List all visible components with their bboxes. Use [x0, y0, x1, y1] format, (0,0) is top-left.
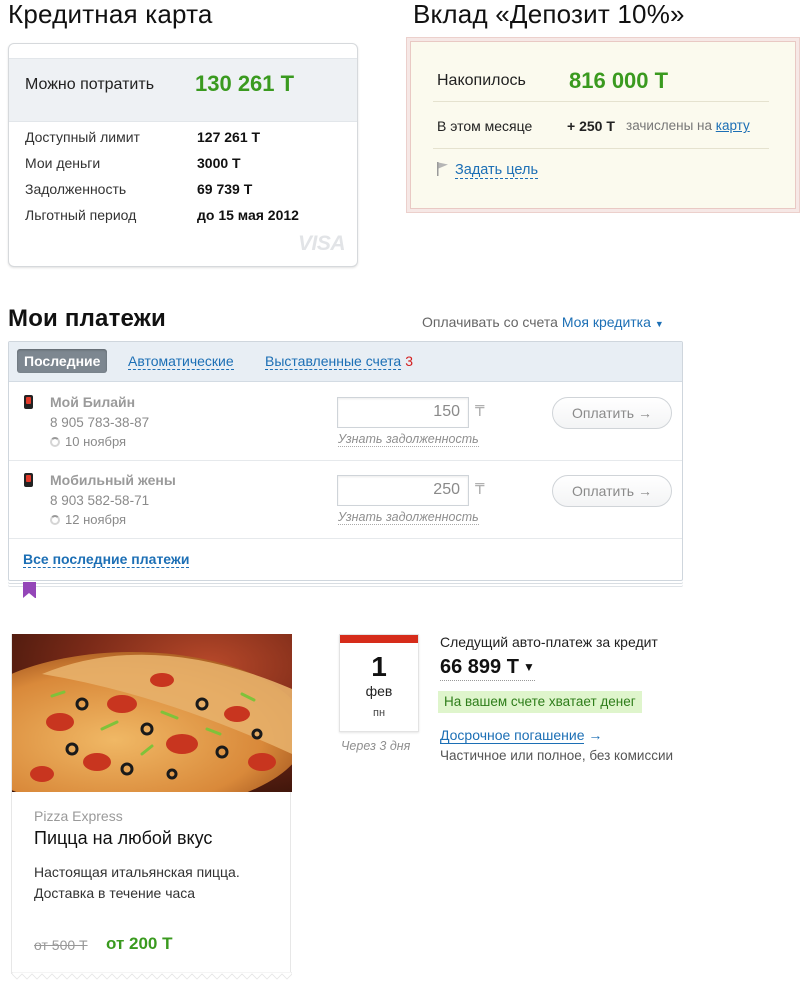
check-debt-link[interactable]: Узнать задолженность: [338, 432, 479, 447]
month-note: зачислены на карту: [626, 118, 750, 133]
calendar-icon: 1 фев пн: [339, 634, 419, 732]
caret-down-icon: ▼: [654, 319, 664, 329]
all-payments-label: Все последние платежи: [23, 551, 190, 568]
month-amount: + 250 Т: [567, 118, 615, 134]
divider: [433, 148, 769, 149]
bookmark-icon: [23, 582, 36, 598]
currency-symbol: ₸: [475, 403, 485, 420]
auto-payment-title: Следущий авто-платеж за кредит: [440, 634, 658, 650]
month-label: В этом месяце: [437, 118, 533, 134]
own-money-value: 3000 Т: [197, 155, 241, 171]
pizza-image: [12, 634, 292, 792]
grace-value: до 15 мая 2012: [197, 207, 299, 223]
payments-title: Мои платежи: [8, 305, 166, 332]
payments-tabs: Последние Автоматические Выставленные сч…: [9, 342, 682, 382]
credit-card-panel: Можно потратить 130 261 Т Доступный лими…: [8, 43, 358, 267]
auto-payment-amount[interactable]: 66 899 Т ▼: [440, 656, 535, 681]
credit-card-title: Кредитная карта: [8, 0, 213, 29]
tab-invoices-label: Выставленные счета: [265, 353, 402, 370]
payment-row: Мобильный жены 8 903 582-58-71 12 ноября…: [9, 461, 682, 539]
payment-date-text: 10 ноября: [65, 434, 127, 449]
auto-payment-amount-value: 66 899 Т: [440, 656, 519, 678]
calendar-day: 1: [371, 651, 387, 682]
calendar-weekday: пн: [372, 707, 386, 719]
calendar-header: [340, 635, 418, 643]
flag-icon: [437, 162, 448, 176]
funds-status-badge: На вашем счете хватает денег: [438, 691, 642, 713]
payment-number: 8 905 783-38-87: [50, 415, 150, 430]
grace-label: Льготный период: [25, 207, 137, 223]
pay-button[interactable]: Оплатить →: [552, 475, 672, 507]
limit-row: Доступный лимит 127 261 Т: [25, 129, 260, 145]
payment-number: 8 903 582-58-71: [50, 493, 150, 508]
payment-name: Мой Билайн: [50, 394, 136, 410]
pay-from-label: Оплачивать со счета: [422, 314, 558, 330]
card-link[interactable]: карту: [716, 118, 750, 133]
month-note-prefix: зачислены на: [626, 118, 712, 133]
check-debt-label: Узнать задолженность: [338, 510, 479, 525]
own-money-row: Мои деньги 3000 Т: [25, 155, 241, 171]
check-debt-label: Узнать задолженность: [338, 432, 479, 447]
check-debt-link[interactable]: Узнать задолженность: [338, 510, 479, 525]
amount-input[interactable]: 150: [337, 397, 469, 428]
debt-row: Задолженность 69 739 Т: [25, 181, 252, 197]
promo-title: Пицца на любой вкус: [34, 828, 213, 848]
all-payments-link[interactable]: Все последние платежи: [23, 551, 190, 568]
month-row: В этом месяце + 250 Т зачислены на карту: [437, 118, 750, 134]
limit-label: Доступный лимит: [25, 129, 140, 145]
pay-button[interactable]: Оплатить →: [552, 397, 672, 429]
ticket-edge: [12, 972, 292, 980]
currency-symbol: ₸: [475, 481, 485, 498]
tab-recent[interactable]: Последние: [17, 349, 108, 373]
loading-spinner-icon: [50, 437, 60, 447]
payments-panel: Последние Автоматические Выставленные сч…: [8, 341, 683, 581]
deposit-panel: Накопилось 816 000 Т В этом месяце + 250…: [410, 41, 796, 209]
early-repayment-note: Частичное или полное, без комиссии: [440, 748, 674, 763]
accumulated-value: 816 000 Т: [569, 68, 669, 93]
debt-label: Задолженность: [25, 181, 127, 197]
promo-brand: Pizza Express: [34, 808, 123, 824]
payment-date: 10 ноября: [50, 434, 126, 449]
divider: [433, 101, 769, 102]
set-goal-link[interactable]: Задать цель: [437, 162, 538, 179]
promo-description: Доставка в течение часа: [34, 885, 196, 901]
early-repayment-label: Досрочное погашение: [440, 727, 585, 744]
limit-value: 127 261 Т: [197, 129, 261, 145]
pay-from-account[interactable]: Моя кредитка: [562, 314, 651, 330]
spendable-row: Можно потратить 130 261 Т: [9, 58, 357, 122]
old-price: от 500 Т: [34, 937, 88, 953]
caret-down-icon: ▼: [522, 660, 535, 674]
arrow-right-icon: →: [588, 727, 603, 743]
calendar-month: фев: [365, 683, 393, 699]
visa-logo: VISA: [297, 232, 346, 255]
debt-value: 69 739 Т: [197, 181, 253, 197]
payment-name: Мобильный жены: [50, 472, 176, 488]
spendable-label: Можно потратить: [25, 76, 155, 93]
loading-spinner-icon: [50, 515, 60, 525]
payment-row: Мой Билайн 8 905 783-38-87 10 ноября 150…: [9, 383, 682, 461]
spendable-value: 130 261 Т: [195, 71, 295, 96]
new-price: от 200 Т: [106, 934, 173, 953]
mobile-phone-icon: [24, 395, 33, 409]
promo-description: Настоящая итальянская пицца.: [34, 864, 240, 880]
own-money-label: Мои деньги: [25, 155, 101, 171]
promo-card[interactable]: Pizza Express Пицца на любой вкус Настоя…: [11, 634, 292, 980]
accumulated-label: Накопилось: [437, 72, 526, 89]
payment-date-text: 12 ноября: [65, 512, 127, 527]
tab-invoices[interactable]: Выставленные счета 3: [265, 353, 414, 370]
invoices-count-badge: 3: [405, 353, 414, 369]
payment-date: 12 ноября: [50, 512, 126, 527]
deposit-title: Вклад «Депозит 10%»: [413, 0, 685, 29]
amount-input[interactable]: 250: [337, 475, 469, 506]
tab-automatic[interactable]: Автоматические: [128, 353, 234, 370]
pay-from-selector[interactable]: Оплачивать со счета Моя кредитка ▼: [422, 314, 664, 330]
early-repayment-link[interactable]: Досрочное погашение →: [440, 727, 603, 744]
mobile-phone-icon: [24, 473, 33, 487]
set-goal-label: Задать цель: [455, 162, 538, 179]
grace-row: Льготный период до 15 мая 2012: [25, 207, 299, 223]
tab-automatic-label: Автоматические: [128, 353, 234, 370]
due-note: Через 3 дня: [341, 739, 411, 753]
